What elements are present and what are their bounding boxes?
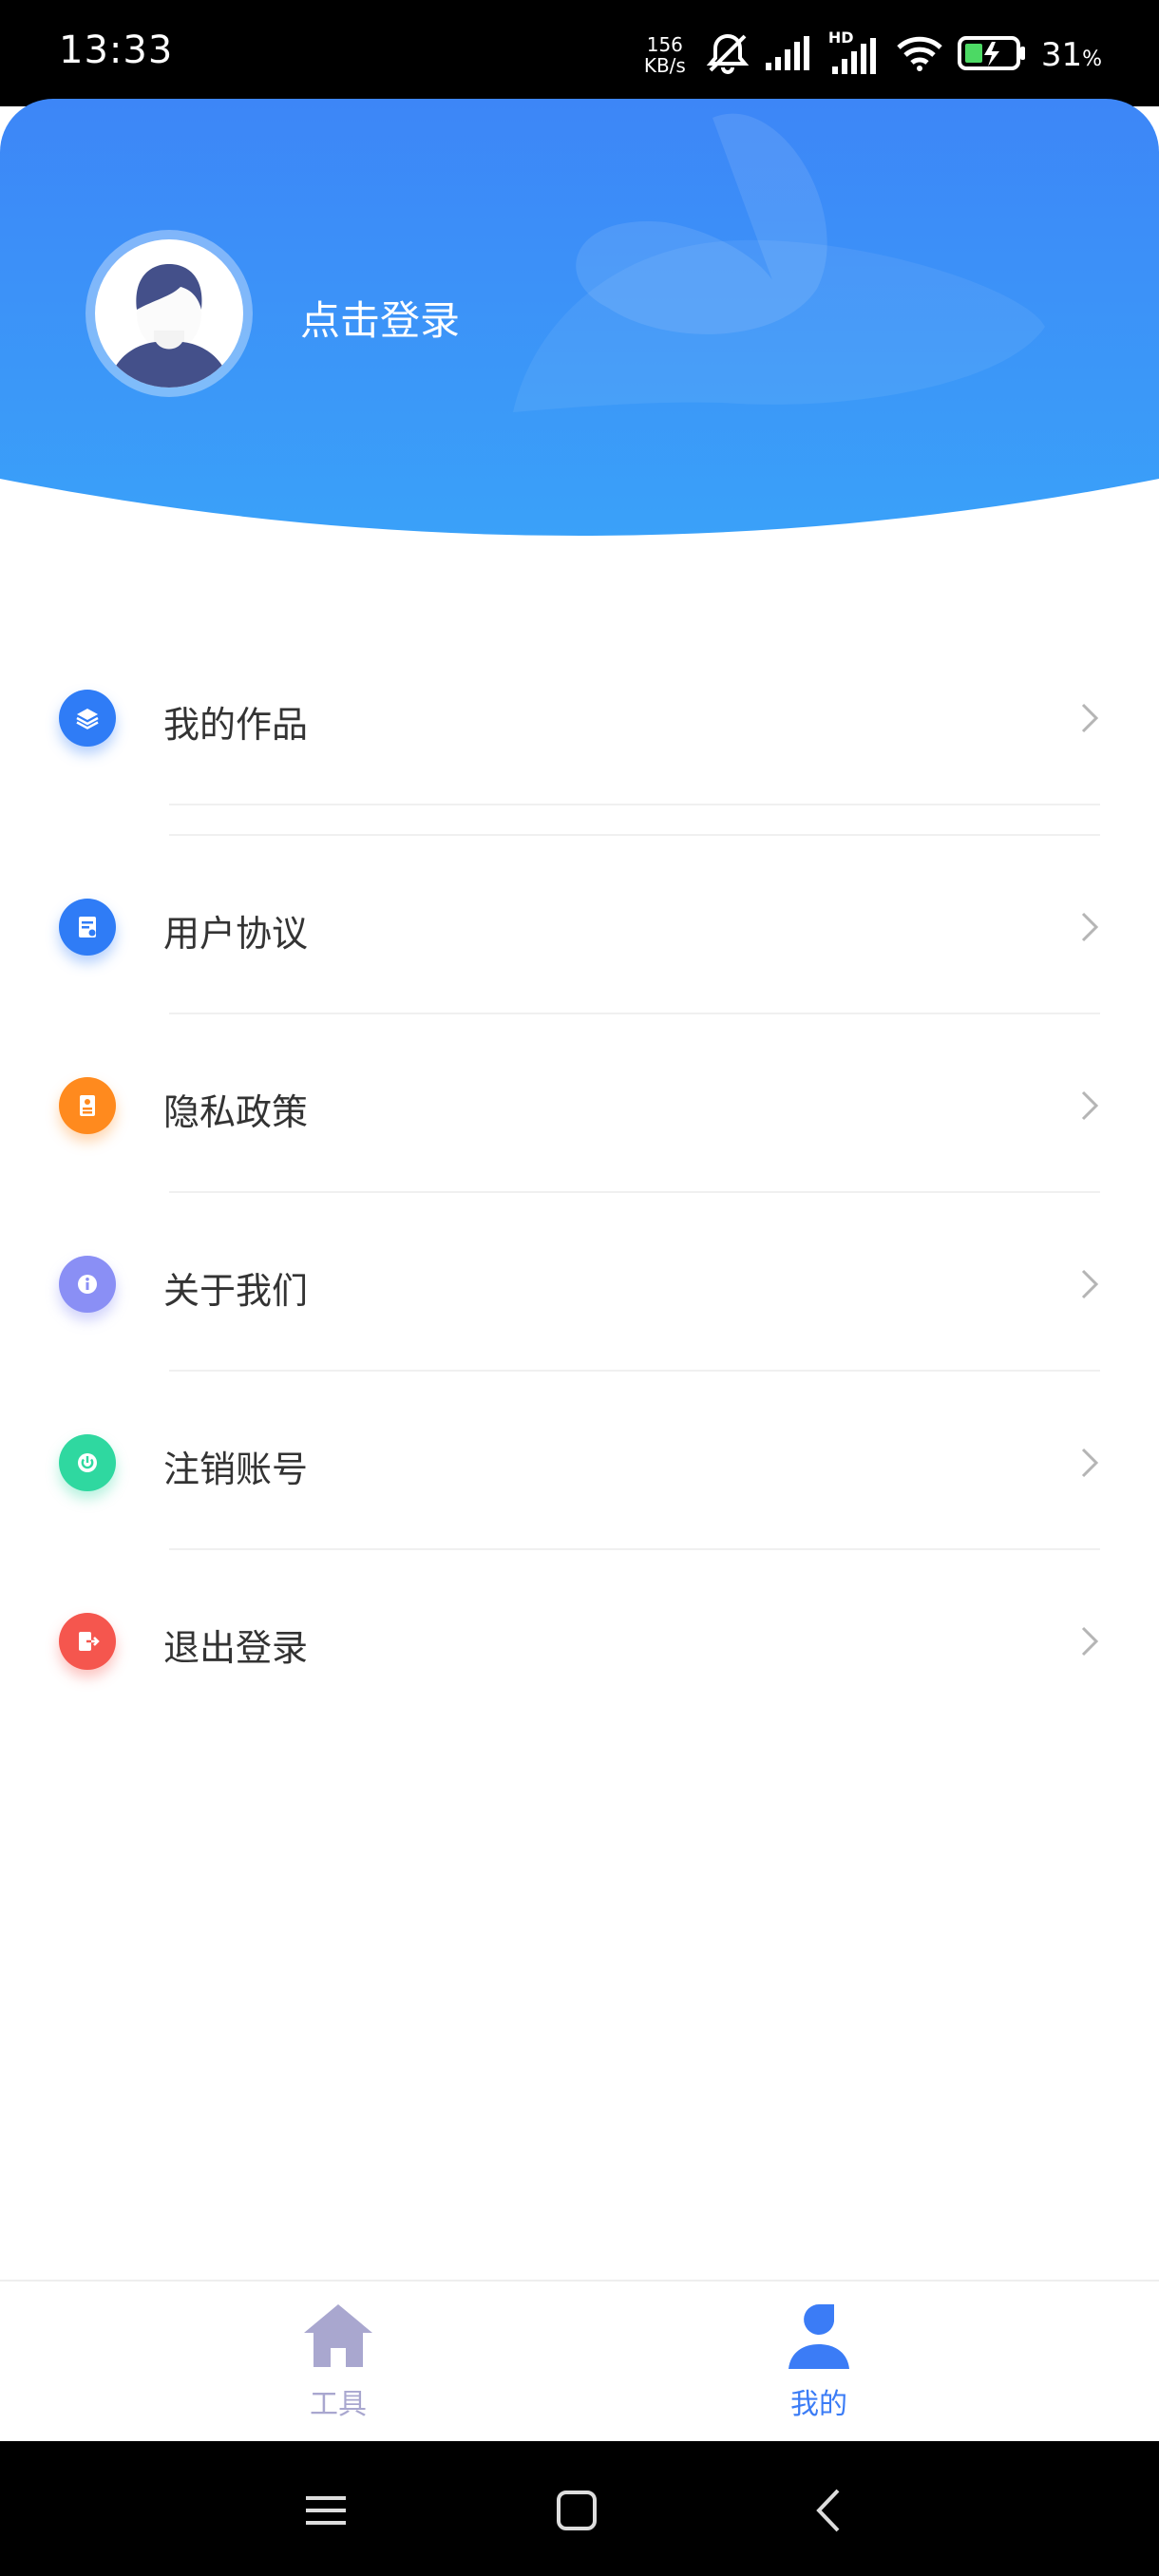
tab-mine[interactable]: 我的: [724, 2301, 914, 2434]
network-speed-value: 156: [646, 33, 683, 56]
signal-icon: [764, 34, 815, 76]
menu-item-delete-account[interactable]: 注销账号: [0, 1372, 1159, 1550]
status-bar: 13:33 156 KB/s HD 31%: [0, 0, 1159, 106]
status-time: 13:33: [59, 28, 174, 72]
menu-label: 注销账号: [163, 1449, 309, 1490]
chevron-right-icon: [1077, 908, 1102, 946]
status-icons: 156 KB/s HD 31%: [644, 27, 1102, 84]
login-link[interactable]: 点击登录: [300, 289, 460, 347]
contact-card-icon: [59, 1077, 116, 1134]
tab-label: 我的: [790, 2388, 847, 2421]
battery-icon: [957, 34, 1028, 76]
menu-label: 我的作品: [163, 704, 309, 746]
wifi-icon: [895, 34, 944, 76]
profile-header: 点击登录: [0, 99, 1159, 545]
user-icon: [781, 2301, 857, 2375]
document-icon: [59, 899, 116, 956]
divider: [169, 804, 1100, 805]
home-button-icon[interactable]: [553, 2487, 600, 2534]
back-icon[interactable]: [806, 2487, 853, 2534]
menu-item-logout[interactable]: 退出登录: [0, 1550, 1159, 1729]
chevron-right-icon: [1077, 699, 1102, 737]
chevron-right-icon: [1077, 1087, 1102, 1125]
layers-icon: [59, 690, 116, 747]
tab-tools[interactable]: 工具: [243, 2301, 433, 2434]
mute-bell-icon: [705, 32, 750, 78]
menu-item-privacy-policy[interactable]: 隐私政策: [0, 1014, 1159, 1193]
bottom-tab-bar: 工具 我的: [0, 2280, 1159, 2443]
battery-percent: 31%: [1040, 36, 1102, 74]
hd-signal-icon: HD: [828, 28, 882, 76]
avatar-image: [95, 239, 243, 388]
logout-icon: [59, 1613, 116, 1670]
info-icon: [59, 1256, 116, 1313]
chevron-right-icon: [1077, 1444, 1102, 1482]
menu-item-user-agreement[interactable]: 用户协议: [0, 836, 1159, 1014]
menu-label: 关于我们: [163, 1270, 309, 1312]
home-icon: [300, 2301, 376, 2375]
tab-label: 工具: [310, 2388, 367, 2421]
menu-item-my-works[interactable]: 我的作品: [0, 629, 1159, 807]
system-navigation-bar: [0, 2441, 1159, 2576]
menu-item-about-us[interactable]: 关于我们: [0, 1193, 1159, 1372]
chevron-right-icon: [1077, 1622, 1102, 1660]
menu-icon[interactable]: [302, 2487, 350, 2534]
power-icon: [59, 1434, 116, 1491]
menu-label: 隐私政策: [163, 1091, 309, 1133]
network-speed-unit: KB/s: [643, 54, 686, 77]
chevron-right-icon: [1077, 1265, 1102, 1303]
network-speed: 156 KB/s: [644, 34, 686, 76]
avatar[interactable]: [86, 230, 253, 397]
menu-label: 用户协议: [163, 913, 309, 955]
menu-label: 退出登录: [163, 1627, 309, 1669]
